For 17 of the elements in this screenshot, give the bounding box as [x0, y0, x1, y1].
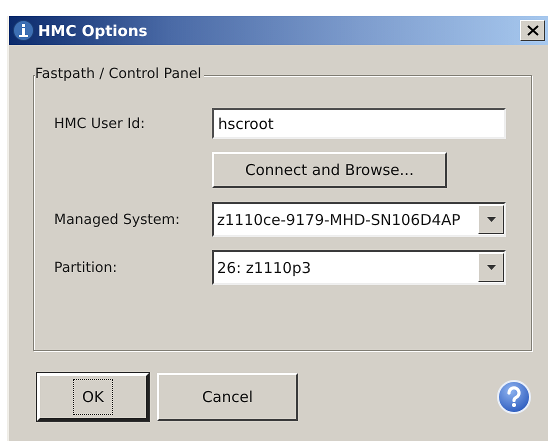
connect-button[interactable]: Connect and Browse...	[212, 152, 447, 188]
dropdown[interactable]: z1110ce-9179-MHD-SN106D4AP	[212, 202, 506, 237]
close-icon	[526, 25, 538, 36]
group-title: Fastpath / Control Panel	[35, 66, 204, 82]
help-icon[interactable]	[496, 379, 532, 415]
window-title: HMC Options	[38, 22, 148, 40]
dropdown[interactable]: 26: z1110p3	[212, 250, 506, 285]
field-label: Managed System:	[54, 212, 181, 228]
cancel-button[interactable]: Cancel	[157, 373, 298, 421]
field-label: HMC User Id:	[54, 116, 146, 132]
caret-icon	[486, 265, 496, 270]
caret-icon	[486, 217, 496, 222]
input-field[interactable]: hscroot	[212, 108, 506, 139]
field-label: Partition:	[54, 260, 118, 276]
ok-button[interactable]: OK	[37, 373, 149, 421]
info-icon	[13, 20, 34, 41]
close-button[interactable]	[520, 20, 545, 41]
